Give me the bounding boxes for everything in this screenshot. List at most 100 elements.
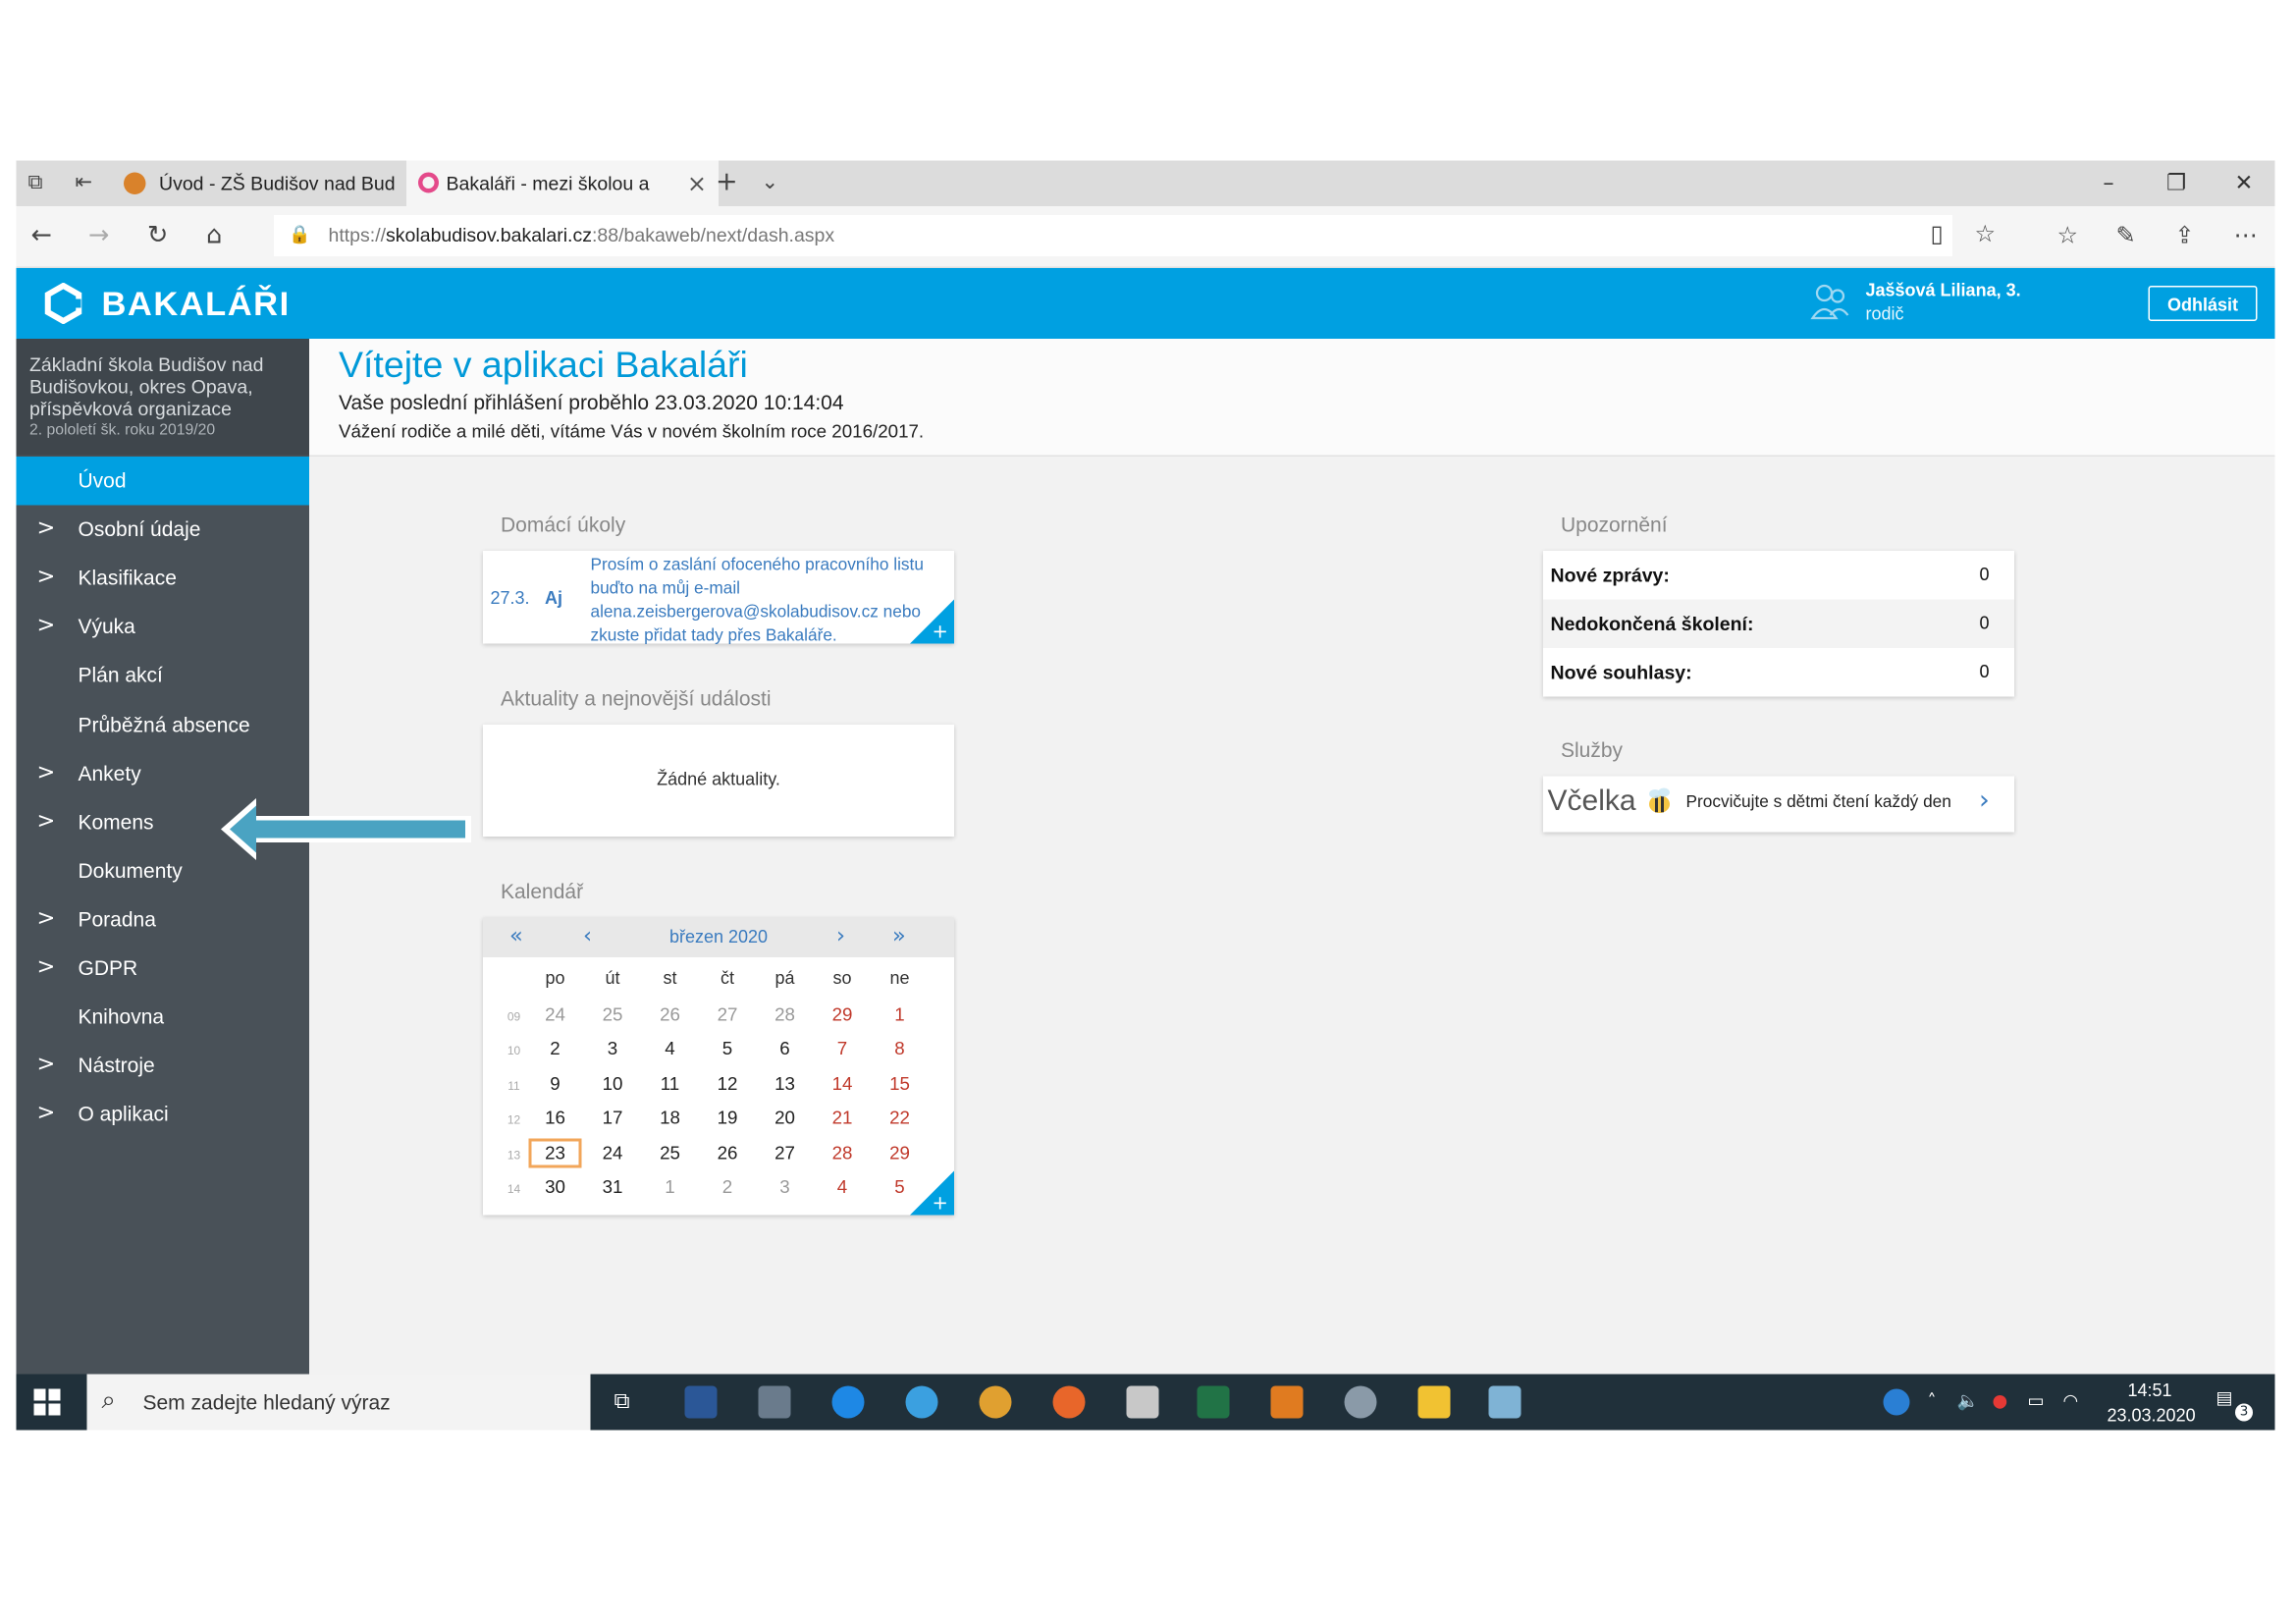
windows-start-icon[interactable] (33, 1388, 61, 1416)
calendar-day[interactable]: 27 (763, 1142, 807, 1163)
set-tabs-aside-icon[interactable]: ⇤ (76, 171, 93, 194)
calendar-day[interactable]: 14 (821, 1073, 865, 1094)
favorite-star-icon[interactable]: ☆ (1975, 220, 1997, 248)
calendar-day[interactable]: 18 (648, 1108, 692, 1128)
next-year-icon[interactable]: » (892, 922, 906, 948)
calendar-day[interactable]: 20 (763, 1108, 807, 1128)
sidebar-item-osobni-udaje[interactable]: > Osobní údaje (17, 506, 310, 555)
taskbar-search[interactable]: ⌕ Sem zadejte hledaný výraz (86, 1374, 591, 1431)
notifications-icon[interactable]: ▤ (2216, 1387, 2233, 1408)
sidebar-item-vyuka[interactable]: > Výuka (17, 603, 310, 652)
task-view-icon[interactable]: ⧉ (614, 1387, 630, 1414)
calendar-day[interactable]: 13 (763, 1073, 807, 1094)
add-event-button[interactable]: + (910, 1170, 954, 1216)
calendar-day[interactable]: 9 (533, 1073, 577, 1094)
edge-icon[interactable] (831, 1385, 865, 1419)
sidebar-item-ankety[interactable]: > Ankety (17, 749, 310, 798)
calendar-day[interactable]: 17 (591, 1108, 635, 1128)
calendar-day[interactable]: 27 (706, 1004, 750, 1025)
tab-bakalari[interactable]: Bakaláři - mezi školou a × (406, 160, 719, 207)
calendar-day[interactable]: 28 (763, 1004, 807, 1025)
calendar-day[interactable]: 29 (878, 1142, 922, 1163)
calendar-day[interactable]: 7 (821, 1039, 865, 1059)
home-icon[interactable]: ⌂ (206, 221, 222, 250)
chrome-icon[interactable] (979, 1385, 1012, 1419)
sidebar-item-prubezna-absence[interactable]: Průběžná absence (17, 700, 310, 749)
bakalari-logo-icon[interactable] (43, 283, 84, 324)
notification-row[interactable]: Nedokončená školení: 0 (1543, 599, 2014, 648)
calendar-day[interactable]: 29 (821, 1004, 865, 1025)
paint-icon[interactable] (1344, 1385, 1377, 1419)
close-window-icon[interactable]: ✕ (2211, 161, 2278, 207)
sidebar-item-plan-akci[interactable]: Plán akcí (17, 652, 310, 701)
battery-icon[interactable]: ▭ (2028, 1390, 2045, 1411)
minimize-icon[interactable]: – (2075, 161, 2143, 207)
calendar-day[interactable]: 15 (878, 1073, 922, 1094)
calendar-day[interactable]: 4 (821, 1177, 865, 1198)
sidebar-item-o-aplikaci[interactable]: > O aplikaci (17, 1090, 310, 1139)
sidebar-item-poradna[interactable]: > Poradna (17, 895, 310, 945)
tab-preview-chevron-icon[interactable]: ⌄ (762, 171, 779, 194)
outlook-icon[interactable] (1270, 1385, 1304, 1419)
calendar-month[interactable]: březen 2020 (483, 927, 954, 947)
calendar-day[interactable]: 25 (648, 1142, 692, 1163)
calendar-day[interactable]: 22 (878, 1108, 922, 1128)
excel-icon[interactable] (1197, 1385, 1230, 1419)
clock-date[interactable]: 23.03.2020 (2108, 1405, 2196, 1426)
back-icon[interactable]: ← (31, 221, 52, 250)
chevron-up-icon[interactable]: ˄ (1928, 1390, 1937, 1411)
calendar-day[interactable]: 28 (821, 1142, 865, 1163)
more-options-icon[interactable]: ⋯ (2234, 221, 2258, 249)
add-homework-button[interactable]: + (910, 599, 954, 644)
chevron-right-icon[interactable]: › (1979, 785, 1990, 817)
clock-time[interactable]: 14:51 (2128, 1380, 2172, 1401)
calendar-day[interactable]: 1 (648, 1177, 692, 1198)
network-error-icon[interactable]: ● (1993, 1390, 2008, 1411)
calculator-icon[interactable] (1126, 1385, 1159, 1419)
forward-icon[interactable]: → (88, 221, 109, 250)
sidebar-item-nastroje[interactable]: > Nástroje (17, 1042, 310, 1091)
logout-button[interactable]: Odhlásit (2148, 286, 2258, 321)
calendar-day[interactable]: 16 (533, 1108, 577, 1128)
notification-row[interactable]: Nové zprávy: 0 (1543, 551, 2014, 600)
file-explorer-icon[interactable] (1417, 1385, 1451, 1419)
close-tab-icon[interactable]: × (687, 161, 707, 207)
favorites-list-icon[interactable]: ☆ (2057, 221, 2079, 249)
app-name[interactable]: BAKALÁŘI (102, 285, 291, 325)
calendar-day[interactable]: 25 (591, 1004, 635, 1025)
firefox-icon[interactable] (1052, 1385, 1086, 1419)
refresh-icon[interactable]: ↻ (147, 221, 168, 250)
calendar-day[interactable]: 12 (706, 1073, 750, 1094)
calendar-day[interactable]: 6 (763, 1039, 807, 1059)
new-tab-icon[interactable]: + (716, 167, 738, 198)
tab-uvod[interactable]: Úvod - ZŠ Budišov nad Bud (120, 161, 407, 207)
calendar-day[interactable]: 21 (821, 1108, 865, 1128)
homework-text[interactable]: Prosím o zaslání ofoceného pracovního li… (591, 554, 944, 648)
calendar-day[interactable]: 26 (648, 1004, 692, 1025)
next-month-icon[interactable]: › (836, 922, 845, 948)
vcelka-service-card[interactable]: Včelka Procvičujte s dětmi čtení každý d… (1543, 776, 2014, 833)
calendar-day[interactable]: 3 (763, 1177, 807, 1198)
restore-icon[interactable]: ❐ (2143, 161, 2211, 207)
calendar-day[interactable]: 24 (533, 1004, 577, 1025)
reading-view-icon[interactable]: ▯ (1931, 220, 1944, 248)
calendar-day[interactable]: 3 (591, 1039, 635, 1059)
tab-actions-icon[interactable]: ⧉ (28, 171, 43, 194)
calendar-day[interactable]: 19 (706, 1108, 750, 1128)
calendar-day[interactable]: 2 (706, 1177, 750, 1198)
web-note-icon[interactable]: ✎ (2116, 221, 2136, 249)
notepad-icon[interactable] (1488, 1385, 1522, 1419)
share-icon[interactable]: ⇪ (2175, 221, 2195, 249)
calendar-day[interactable]: 4 (648, 1039, 692, 1059)
internet-explorer-icon[interactable] (905, 1385, 938, 1419)
url-field[interactable]: 🔒 https://skolabudisov.bakalari.cz:88/ba… (274, 215, 1996, 256)
calendar-day[interactable]: 5 (706, 1039, 750, 1059)
sidebar-item-gdpr[interactable]: > GDPR (17, 945, 310, 994)
calendar-day[interactable]: 1 (878, 1004, 922, 1025)
wifi-icon[interactable]: ◠ (2063, 1390, 2079, 1411)
calendar-day[interactable]: 30 (533, 1177, 577, 1198)
calendar-day[interactable]: 2 (533, 1039, 577, 1059)
sidebar-item-uvod[interactable]: Úvod (16, 457, 309, 506)
calendar-day[interactable]: 26 (706, 1142, 750, 1163)
help-icon[interactable] (1883, 1388, 1910, 1416)
